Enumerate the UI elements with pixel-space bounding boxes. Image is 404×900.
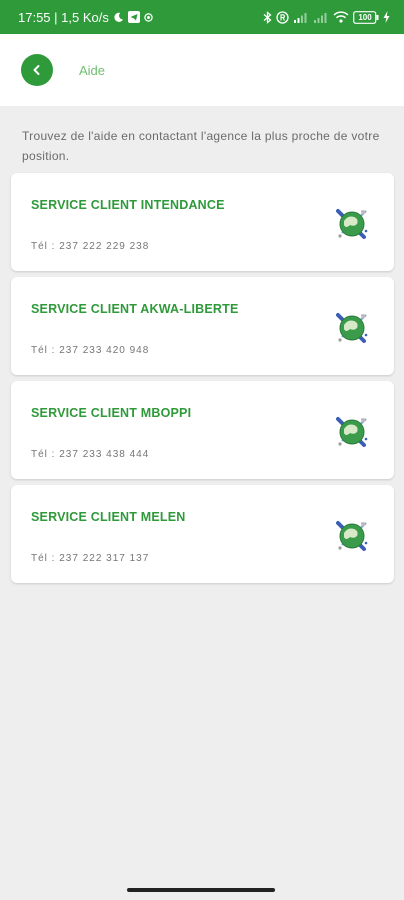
service-name: SERVICE CLIENT AKWA-LIBERTE [31,302,239,316]
battery-level: 100 [358,12,372,22]
service-card[interactable]: SERVICE CLIENT AKWA-LIBERTE Tél : 237 23… [11,277,394,375]
notification-dot-icon [144,12,153,22]
globe-icon [332,411,372,451]
service-phone: Tél : 237 222 229 238 [31,241,150,252]
signal-2-icon [313,11,329,23]
gesture-nav-handle[interactable] [127,888,275,892]
service-name: SERVICE CLIENT MELEN [31,510,186,524]
globe-icon [332,515,372,555]
service-name: SERVICE CLIENT MBOPPI [31,406,192,420]
page-title: Aide [79,62,106,78]
charging-icon [383,11,390,23]
service-phone: Tél : 237 233 438 444 [31,449,150,460]
service-phone: Tél : 237 233 420 948 [31,345,150,356]
service-card[interactable]: SERVICE CLIENT MELEN Tél : 237 222 317 1… [11,485,394,583]
globe-icon [332,203,372,243]
service-name: SERVICE CLIENT INTENDANCE [31,198,225,212]
status-bar: 17:55 | 1,5 Ko/s 100 [0,0,404,34]
signal-icon [293,11,309,23]
chevron-left-icon [30,63,44,77]
status-bar-left: 17:55 | 1,5 Ko/s [18,10,153,25]
intro-text: Trouvez de l'aide en contactant l'agence… [22,129,380,163]
registered-icon [276,10,289,24]
battery-icon: 100 [353,10,379,24]
service-card[interactable]: SERVICE CLIENT INTENDANCE Tél : 237 222 … [11,173,394,271]
wifi-icon [333,11,349,23]
service-card[interactable]: SERVICE CLIENT MBOPPI Tél : 237 233 438 … [11,381,394,479]
bluetooth-icon [263,10,272,24]
service-phone: Tél : 237 222 317 137 [31,553,150,564]
telegram-icon [127,11,140,23]
status-bar-right: 100 [263,10,390,24]
globe-icon [332,307,372,347]
app-bar: Aide [0,34,404,106]
status-time-speed: 17:55 | 1,5 Ko/s [18,9,109,25]
moon-icon [113,12,124,23]
back-button[interactable] [21,54,53,86]
service-list: SERVICE CLIENT INTENDANCE Tél : 237 222 … [11,173,394,583]
